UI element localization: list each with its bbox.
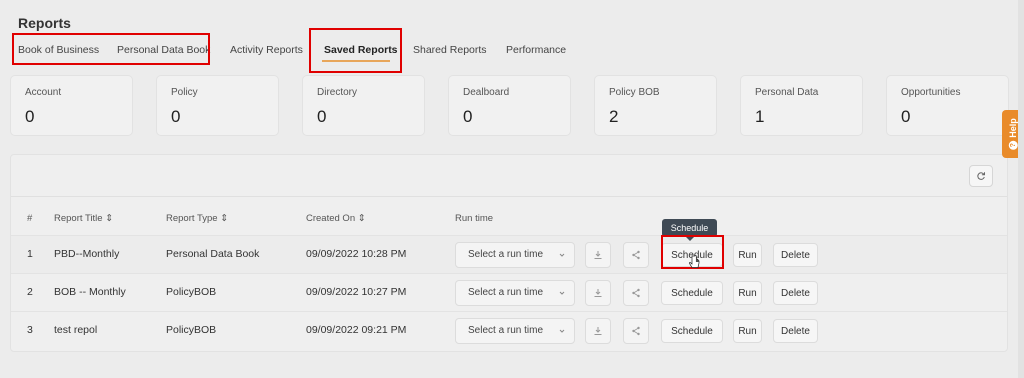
tab-activity-reports[interactable]: Activity Reports: [230, 44, 303, 56]
download-icon: [594, 251, 602, 259]
row-number: 1: [27, 248, 33, 260]
pointer-cursor-icon: [689, 255, 700, 268]
run-time-select[interactable]: Select a run time: [455, 318, 575, 344]
schedule-button[interactable]: Schedule: [661, 319, 723, 343]
share-button[interactable]: [623, 318, 649, 344]
summary-card-dealboard[interactable]: Dealboard 0: [448, 75, 571, 136]
card-label: Dealboard: [463, 87, 510, 98]
card-label: Directory: [317, 87, 358, 98]
page-scrollbar[interactable]: [1018, 0, 1024, 378]
summary-card-directory[interactable]: Directory 0: [302, 75, 425, 136]
run-button[interactable]: Run: [733, 243, 762, 267]
download-button[interactable]: [585, 280, 611, 306]
report-type: PolicyBOB: [166, 286, 217, 298]
card-value: 0: [171, 107, 181, 126]
run-button[interactable]: Run: [733, 319, 762, 343]
card-label: Account: [25, 87, 62, 98]
column-header-number: #: [27, 213, 33, 224]
chevron-down-icon: [559, 329, 565, 333]
help-icon: ?: [1008, 140, 1018, 150]
chevron-down-icon: [559, 291, 565, 295]
report-title: BOB -- Monthly: [54, 286, 126, 298]
download-button[interactable]: [585, 242, 611, 268]
download-icon: [594, 327, 602, 335]
report-type: PolicyBOB: [166, 324, 217, 336]
run-time-select[interactable]: Select a run time: [455, 280, 575, 306]
report-type: Personal Data Book: [166, 248, 260, 260]
tab-saved-reports[interactable]: Saved Reports: [324, 44, 398, 56]
run-time-select-value: Select a run time: [468, 287, 544, 298]
created-on: 09/09/2022 10:27 PM: [306, 286, 407, 298]
card-value: 0: [901, 107, 911, 126]
tab-shared-reports[interactable]: Shared Reports: [413, 44, 487, 56]
run-time-select[interactable]: Select a run time: [455, 242, 575, 268]
chevron-down-icon: [559, 253, 565, 257]
column-header-report-type[interactable]: Report Type ⇕: [166, 213, 228, 224]
help-label: Help: [1008, 118, 1019, 138]
tab-performance[interactable]: Performance: [506, 44, 566, 56]
card-label: Policy BOB: [609, 87, 660, 98]
card-value: 0: [317, 107, 327, 126]
summary-card-policy[interactable]: Policy 0: [156, 75, 279, 136]
row-number: 3: [27, 324, 33, 336]
table-row: 2 BOB -- Monthly PolicyBOB 09/09/2022 10…: [11, 273, 1007, 311]
created-on: 09/09/2022 09:21 PM: [306, 324, 407, 336]
active-tab-indicator: [322, 60, 390, 62]
schedule-tooltip: Schedule: [662, 219, 717, 241]
card-value: 0: [463, 107, 473, 126]
reports-page: Reports Book of Business Personal Data B…: [0, 0, 1024, 378]
delete-button[interactable]: Delete: [773, 281, 818, 305]
card-label: Opportunities: [901, 87, 961, 98]
page-title: Reports: [18, 15, 71, 31]
saved-reports-panel: # Report Title ⇕ Report Type ⇕ Created O…: [10, 154, 1008, 352]
column-header-run-time: Run time: [455, 213, 494, 224]
delete-button[interactable]: Delete: [773, 243, 818, 267]
table-row: 1 PBD--Monthly Personal Data Book 09/09/…: [11, 235, 1007, 273]
report-title: PBD--Monthly: [54, 248, 120, 260]
card-label: Personal Data: [755, 87, 819, 98]
share-button[interactable]: [623, 242, 649, 268]
tab-personal-data-book[interactable]: Personal Data Book: [117, 44, 210, 56]
download-button[interactable]: [585, 318, 611, 344]
row-number: 2: [27, 286, 33, 298]
share-icon: [632, 326, 640, 336]
card-label: Policy: [171, 87, 198, 98]
tab-book-of-business[interactable]: Book of Business: [18, 44, 99, 56]
summary-card-account[interactable]: Account 0: [10, 75, 133, 136]
download-icon: [594, 289, 602, 297]
share-button[interactable]: [623, 280, 649, 306]
share-icon: [632, 250, 640, 260]
card-value: 2: [609, 107, 619, 126]
card-value: 0: [25, 107, 35, 126]
panel-toolbar: [11, 155, 1007, 197]
report-title: test repol: [54, 324, 98, 336]
table-row: 3 test repol PolicyBOB 09/09/2022 09:21 …: [11, 311, 1007, 349]
summary-card-opportunities[interactable]: Opportunities 0: [886, 75, 1009, 136]
summary-card-policy-bob[interactable]: Policy BOB 2: [594, 75, 717, 136]
card-value: 1: [755, 107, 765, 126]
created-on: 09/09/2022 10:28 PM: [306, 248, 407, 260]
report-tabs: Book of Business Personal Data Book Acti…: [0, 40, 1000, 64]
run-button[interactable]: Run: [733, 281, 762, 305]
share-icon: [632, 288, 640, 298]
summary-card-personal-data[interactable]: Personal Data 1: [740, 75, 863, 136]
delete-button[interactable]: Delete: [773, 319, 818, 343]
run-time-select-value: Select a run time: [468, 325, 544, 336]
run-time-select-value: Select a run time: [468, 249, 544, 260]
column-header-created-on[interactable]: Created On ⇕: [306, 213, 366, 224]
refresh-icon: [977, 172, 985, 180]
column-header-report-title[interactable]: Report Title ⇕: [54, 213, 113, 224]
refresh-button[interactable]: [969, 165, 993, 187]
schedule-button[interactable]: Schedule: [661, 281, 723, 305]
